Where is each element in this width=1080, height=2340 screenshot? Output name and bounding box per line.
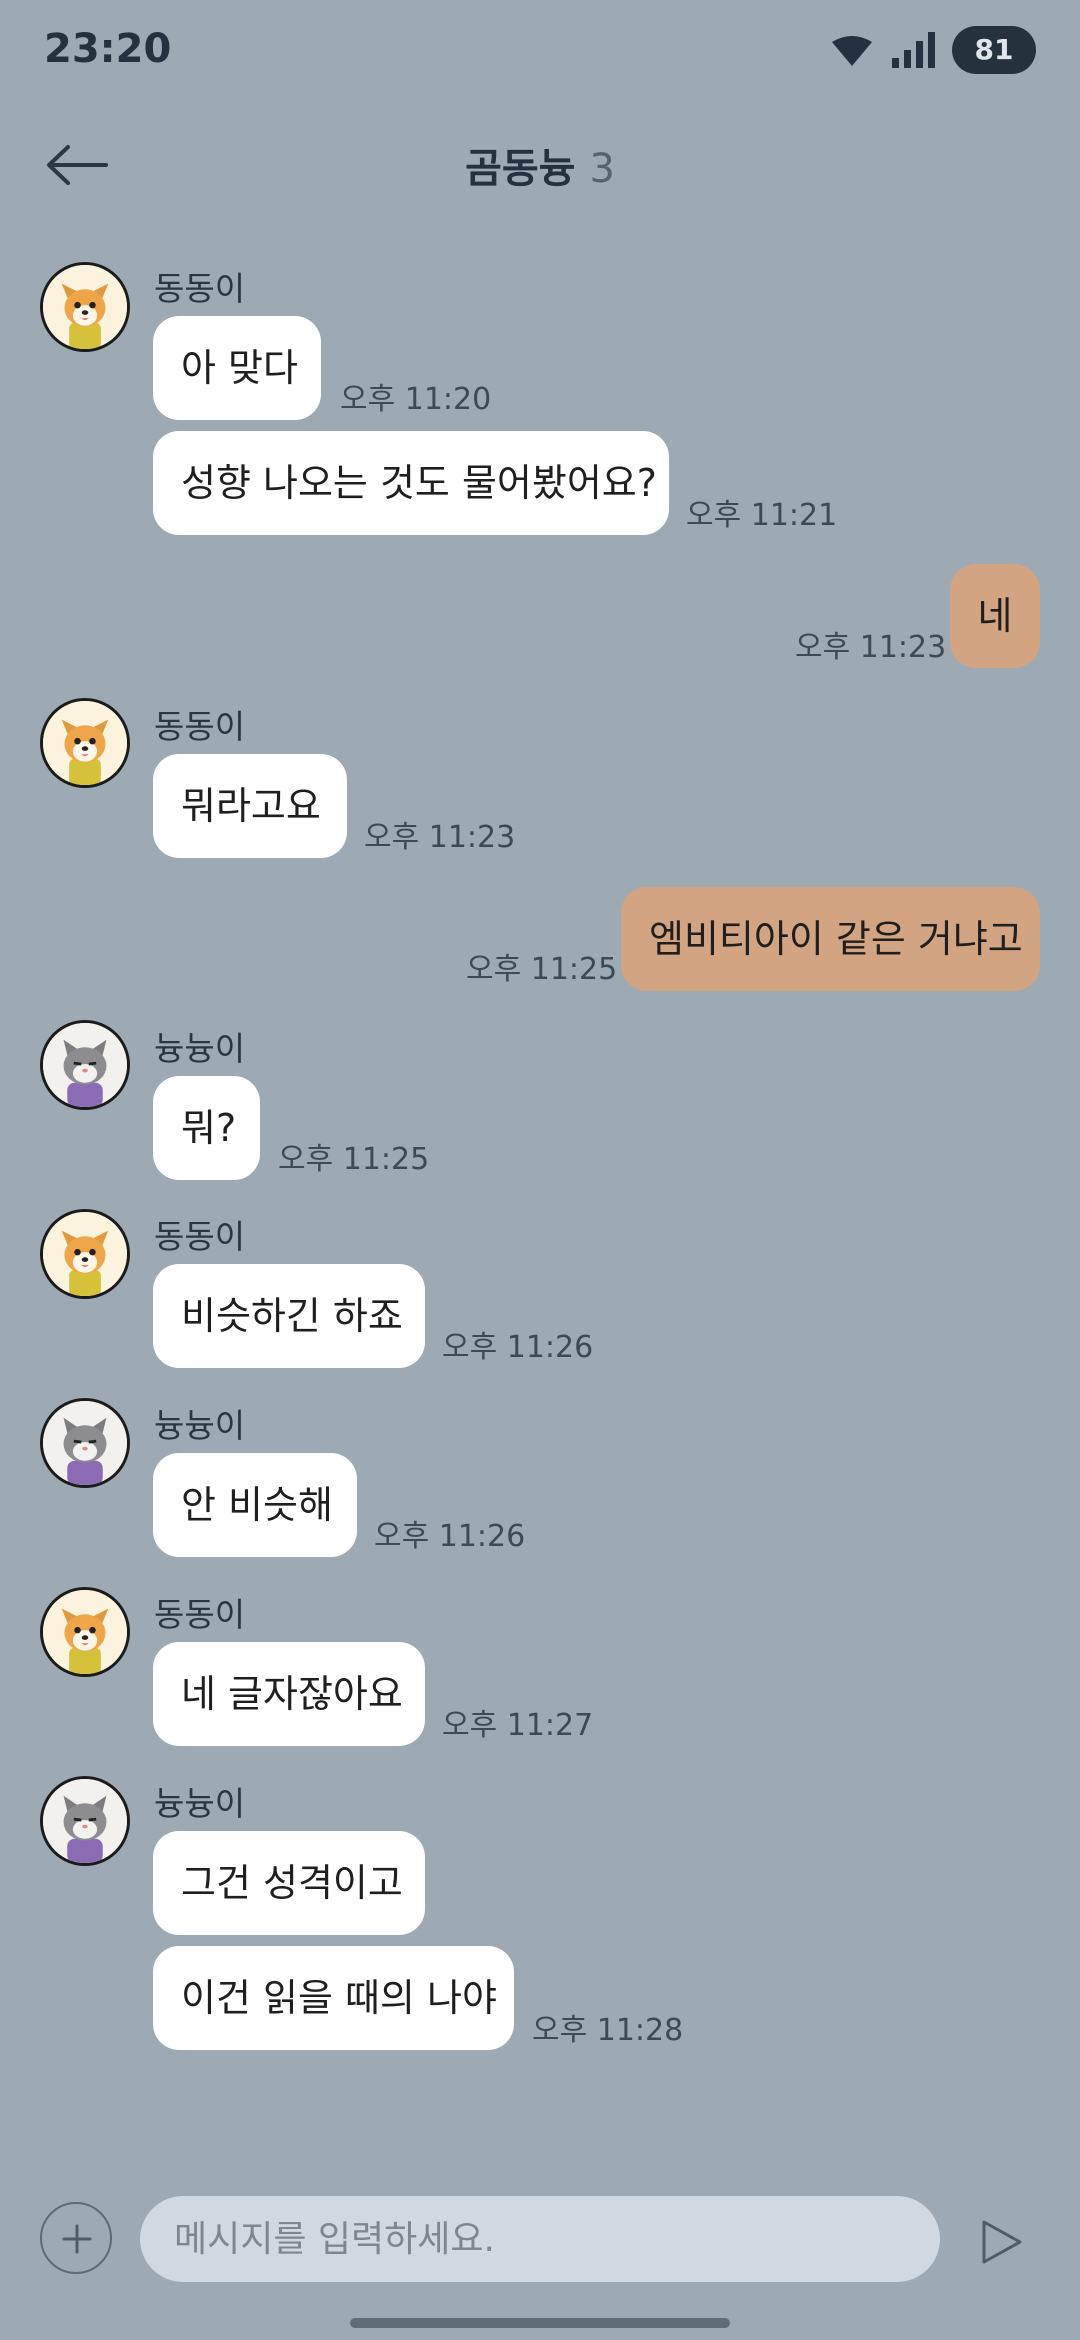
sender-name: 늉늉이	[154, 1784, 246, 1823]
status-bar: 23:20 81	[0, 0, 1080, 100]
message-bubble[interactable]: 안 비슷해	[153, 1453, 357, 1557]
cat-avatar[interactable]	[40, 1776, 130, 1866]
message-bubble[interactable]: 뭐라고요	[153, 754, 347, 858]
message-time: 오후 11:25	[278, 1142, 430, 1177]
message-time: 오후 11:23	[364, 820, 516, 855]
chat-title: 곰동늉	[465, 146, 576, 192]
message-time: 오후 11:23	[795, 630, 947, 665]
attach-button[interactable]	[40, 2202, 112, 2274]
dog-avatar[interactable]	[40, 698, 130, 788]
message-bubble[interactable]: 비슷하긴 하죠	[153, 1264, 425, 1368]
sender-name: 늉늉이	[154, 1029, 246, 1068]
message-bubble[interactable]: 이건 읽을 때의 나야	[153, 1946, 514, 2050]
message-time: 오후 11:20	[340, 382, 492, 417]
message-bubble[interactable]: 성향 나오는 것도 물어봤어요?	[153, 431, 669, 535]
message-time: 오후 11:26	[442, 1330, 594, 1365]
send-icon[interactable]	[980, 2218, 1024, 2266]
my-message-bubble[interactable]: 네	[950, 564, 1040, 668]
dog-avatar[interactable]	[40, 1209, 130, 1299]
home-indicator	[350, 2318, 730, 2328]
member-count: 3	[589, 146, 615, 192]
sender-name: 동동이	[154, 1595, 246, 1634]
sender-name: 늉늉이	[154, 1406, 246, 1445]
message-bubble[interactable]: 네 글자잖아요	[153, 1642, 425, 1746]
message-bubble[interactable]: 뭐?	[153, 1076, 260, 1180]
message-time: 오후 11:21	[686, 498, 838, 533]
message-time: 오후 11:26	[374, 1519, 526, 1554]
message-time: 오후 11:27	[442, 1708, 594, 1743]
battery-indicator: 81	[952, 26, 1036, 74]
message-bubble[interactable]: 아 맞다	[153, 316, 321, 420]
cat-avatar[interactable]	[40, 1020, 130, 1110]
message-time: 오후 11:25	[466, 952, 618, 987]
message-time: 오후 11:28	[532, 2013, 684, 2048]
my-message-bubble[interactable]: 엠비티아이 같은 거냐고	[621, 887, 1040, 991]
cat-avatar[interactable]	[40, 1398, 130, 1488]
dog-avatar[interactable]	[40, 1587, 130, 1677]
plus-icon	[62, 2224, 92, 2254]
chat-header: 곰동늉 3	[0, 110, 1080, 220]
sender-name: 동동이	[154, 707, 246, 746]
sender-name: 동동이	[154, 269, 246, 308]
dog-avatar[interactable]	[40, 262, 130, 352]
message-bubble[interactable]: 그건 성격이고	[153, 1831, 425, 1935]
wifi-icon	[832, 36, 872, 66]
message-input[interactable]	[140, 2196, 940, 2282]
sender-name: 동동이	[154, 1217, 246, 1256]
status-time: 23:20	[44, 26, 172, 72]
chat-title-area: 곰동늉 3	[0, 136, 1080, 194]
signal-icon	[892, 32, 935, 68]
